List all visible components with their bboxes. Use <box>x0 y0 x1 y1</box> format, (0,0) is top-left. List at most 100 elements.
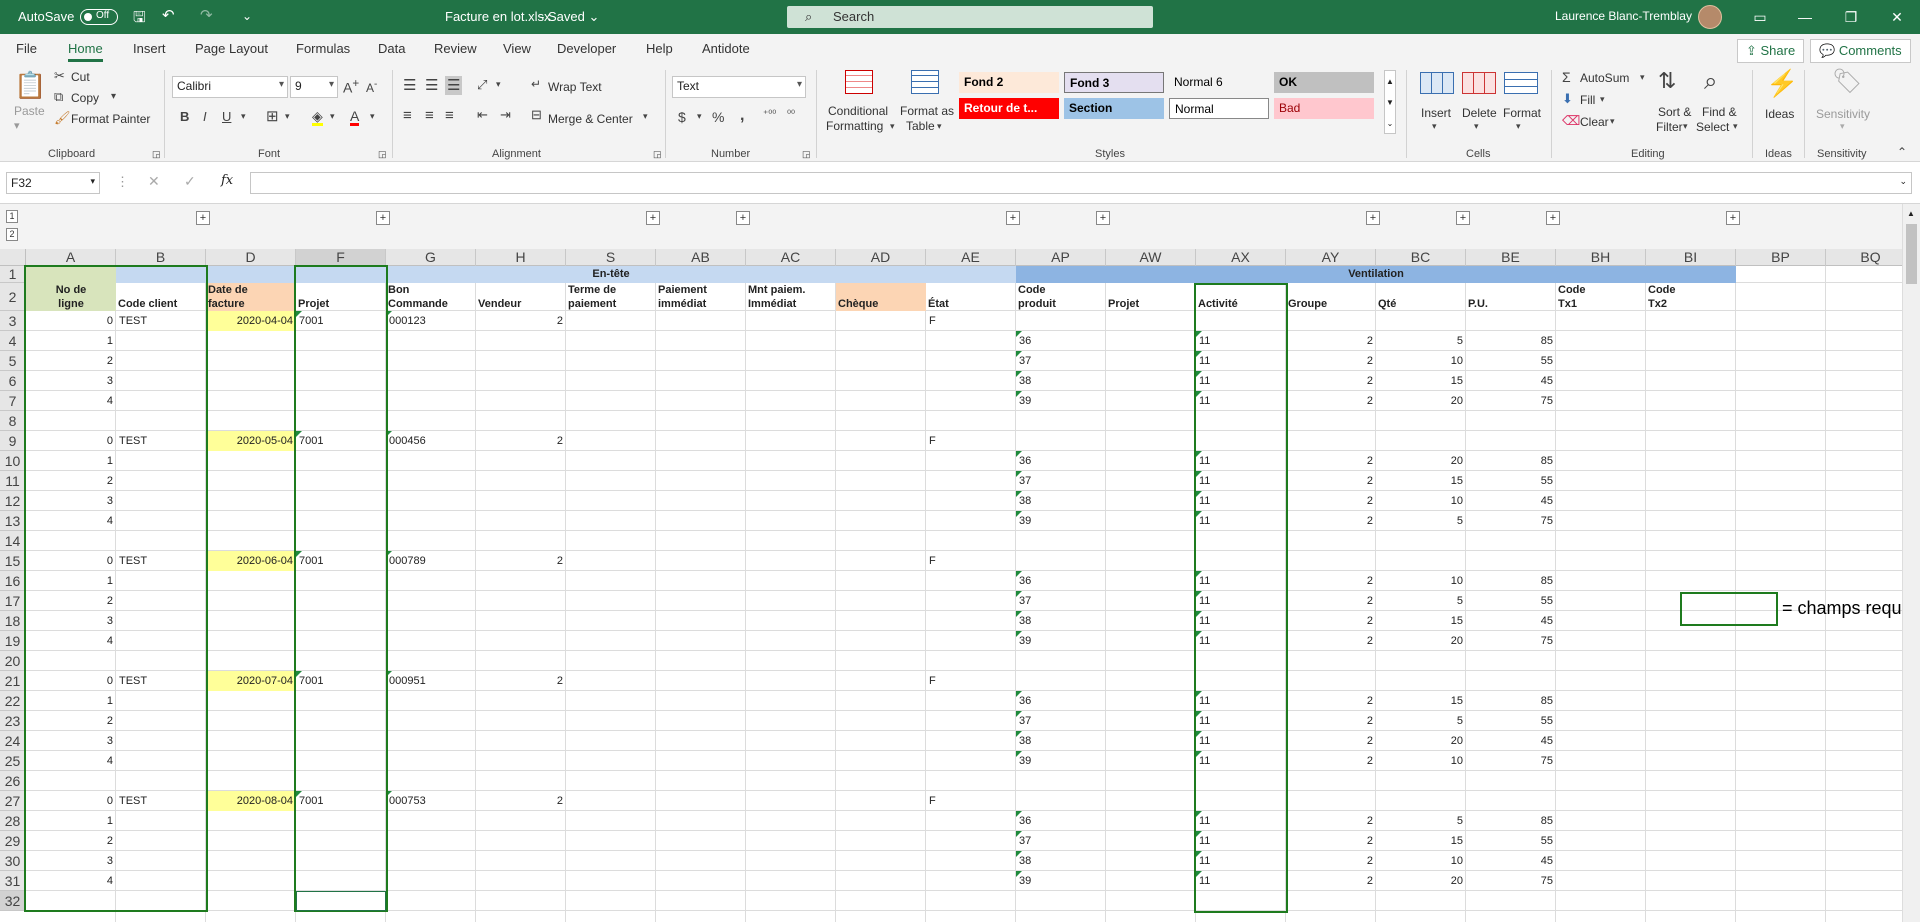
format-table-dropdown-icon[interactable]: ▾ <box>937 122 942 131</box>
tab-home[interactable]: Home <box>68 41 103 62</box>
collapse-ribbon-icon[interactable]: ⌃ <box>1897 146 1907 158</box>
find-select-label[interactable]: Find & <box>1702 105 1737 119</box>
increase-indent-icon[interactable]: ⇥ <box>500 108 511 121</box>
cell-grid[interactable]: En-tête Ventilation No de ligne Code client D… <box>24 265 1916 922</box>
cell-style-section[interactable]: Section <box>1064 98 1164 119</box>
cell-code-produit[interactable]: 39 <box>1016 391 1106 411</box>
tab-review[interactable]: Review <box>434 41 477 56</box>
cell-style-fond-2[interactable]: Fond 2 <box>959 72 1059 93</box>
cell-code-produit[interactable]: 36 <box>1016 571 1106 591</box>
fill-dropdown-icon[interactable]: ▾ <box>1600 95 1605 104</box>
tab-antidote[interactable]: Antidote <box>702 41 750 56</box>
cell-pu[interactable]: 45 <box>1466 851 1556 871</box>
increase-decimal-icon[interactable]: ⁺⁰⁰ <box>763 110 776 120</box>
select-all-corner[interactable] <box>0 249 26 266</box>
percent-icon[interactable]: % <box>712 110 724 124</box>
cell-vendeur[interactable]: 2 <box>476 311 566 331</box>
cell-code-produit[interactable]: 39 <box>1016 631 1106 651</box>
cell-qte[interactable]: 5 <box>1376 811 1466 831</box>
sensitivity-button[interactable]: Sensitivity <box>1816 107 1870 121</box>
cell-pu[interactable]: 75 <box>1466 511 1556 531</box>
comma-icon[interactable]: , <box>740 108 744 124</box>
row-header-5[interactable]: 5 <box>0 351 26 371</box>
row-header-8[interactable]: 8 <box>0 411 26 431</box>
column-header-ap[interactable]: AP <box>1016 249 1106 266</box>
cell-qte[interactable]: 20 <box>1376 631 1466 651</box>
delete-cells-icon[interactable] <box>1462 72 1496 94</box>
cell-qte[interactable]: 10 <box>1376 351 1466 371</box>
row-header-25[interactable]: 25 <box>0 751 26 771</box>
cell-qte[interactable]: 15 <box>1376 611 1466 631</box>
delete-button[interactable]: Delete <box>1462 106 1497 120</box>
cancel-icon[interactable]: ✕ <box>148 173 160 190</box>
row-header-21[interactable]: 21 <box>0 671 26 691</box>
cell-pu[interactable]: 85 <box>1466 571 1556 591</box>
column-header-h[interactable]: H <box>476 249 566 266</box>
outline-level-1[interactable]: 1 <box>6 210 18 223</box>
autosum-dropdown-icon[interactable]: ▾ <box>1640 73 1645 82</box>
cell-groupe[interactable]: 2 <box>1286 871 1376 891</box>
tab-file[interactable]: File <box>16 41 37 56</box>
bold-icon[interactable]: B <box>180 110 189 123</box>
column-header-be[interactable]: BE <box>1466 249 1556 266</box>
column-header-b[interactable]: B <box>116 249 206 266</box>
clear-button[interactable]: Clear <box>1580 115 1609 129</box>
cell-groupe[interactable]: 2 <box>1286 731 1376 751</box>
cut-button[interactable]: Cut <box>71 70 90 84</box>
cell-pu[interactable]: 55 <box>1466 591 1556 611</box>
tab-help[interactable]: Help <box>646 41 673 56</box>
formula-input[interactable]: ⌄ <box>250 172 1912 194</box>
cell-style-normal[interactable]: Normal <box>1169 98 1269 119</box>
cell-pu[interactable]: 85 <box>1466 451 1556 471</box>
currency-dropdown-icon[interactable]: ▾ <box>697 112 702 121</box>
insert-dropdown-icon[interactable]: ▾ <box>1432 122 1437 131</box>
row-header-3[interactable]: 3 <box>0 311 26 331</box>
tab-data[interactable]: Data <box>378 41 405 56</box>
scroll-thumb[interactable] <box>1906 224 1917 284</box>
number-format-select[interactable]: Text <box>672 76 806 98</box>
paste-icon[interactable]: 📋 <box>14 72 46 98</box>
borders-dropdown-icon[interactable]: ▾ <box>285 112 290 121</box>
cell-qte[interactable]: 5 <box>1376 511 1466 531</box>
font-size-select[interactable]: 9 <box>290 76 338 98</box>
minimize-icon[interactable]: — <box>1782 0 1828 34</box>
share-button[interactable]: ⇪ Share <box>1737 39 1805 63</box>
row-header-1[interactable]: 1 <box>0 266 26 283</box>
cell-etat[interactable]: F <box>926 551 1016 571</box>
outline-expand-button[interactable]: + <box>736 211 750 225</box>
column-header-ad[interactable]: AD <box>836 249 926 266</box>
orientation-dropdown-icon[interactable]: ▾ <box>496 80 501 89</box>
cell-qte[interactable]: 10 <box>1376 751 1466 771</box>
conditional-dropdown-icon[interactable]: ▾ <box>890 122 895 131</box>
row-header-32[interactable]: 32 <box>0 891 26 911</box>
fill-dropdown-icon[interactable]: ▾ <box>330 112 335 121</box>
cell-date[interactable]: 2020-05-04 <box>206 431 296 451</box>
row-header-24[interactable]: 24 <box>0 731 26 751</box>
column-header-g[interactable]: G <box>386 249 476 266</box>
outline-expand-button[interactable]: + <box>1726 211 1740 225</box>
cell-groupe[interactable]: 2 <box>1286 751 1376 771</box>
format-as-table-label-2[interactable]: Table <box>906 119 935 133</box>
cell-pu[interactable]: 55 <box>1466 471 1556 491</box>
format-button[interactable]: Format <box>1503 106 1541 120</box>
cell-code-produit[interactable]: 36 <box>1016 331 1106 351</box>
cell-pu[interactable]: 75 <box>1466 751 1556 771</box>
sort-filter-label[interactable]: Sort & <box>1658 105 1691 119</box>
customize-qat-icon[interactable]: ⌄ <box>242 9 252 23</box>
cell-qte[interactable]: 10 <box>1376 851 1466 871</box>
outline-expand-button[interactable]: + <box>1546 211 1560 225</box>
merge-dropdown-icon[interactable]: ▾ <box>643 112 648 121</box>
column-header-d[interactable]: D <box>206 249 296 266</box>
redo-icon[interactable]: ↷ <box>200 6 213 24</box>
cell-vendeur[interactable]: 2 <box>476 671 566 691</box>
cell-pu[interactable]: 75 <box>1466 631 1556 651</box>
styles-more-icon[interactable]: ⌄ <box>1385 113 1395 134</box>
find-select-icon[interactable]: ⌕ <box>1704 70 1717 94</box>
row-header-14[interactable]: 14 <box>0 531 26 551</box>
cell-bon-commande[interactable]: 000123 <box>386 311 476 331</box>
outline-expand-button[interactable]: + <box>196 211 210 225</box>
column-header-ae[interactable]: AE <box>926 249 1016 266</box>
copy-dropdown-icon[interactable]: ▾ <box>111 92 116 102</box>
cell-qte[interactable]: 15 <box>1376 691 1466 711</box>
outline-expand-button[interactable]: + <box>1456 211 1470 225</box>
